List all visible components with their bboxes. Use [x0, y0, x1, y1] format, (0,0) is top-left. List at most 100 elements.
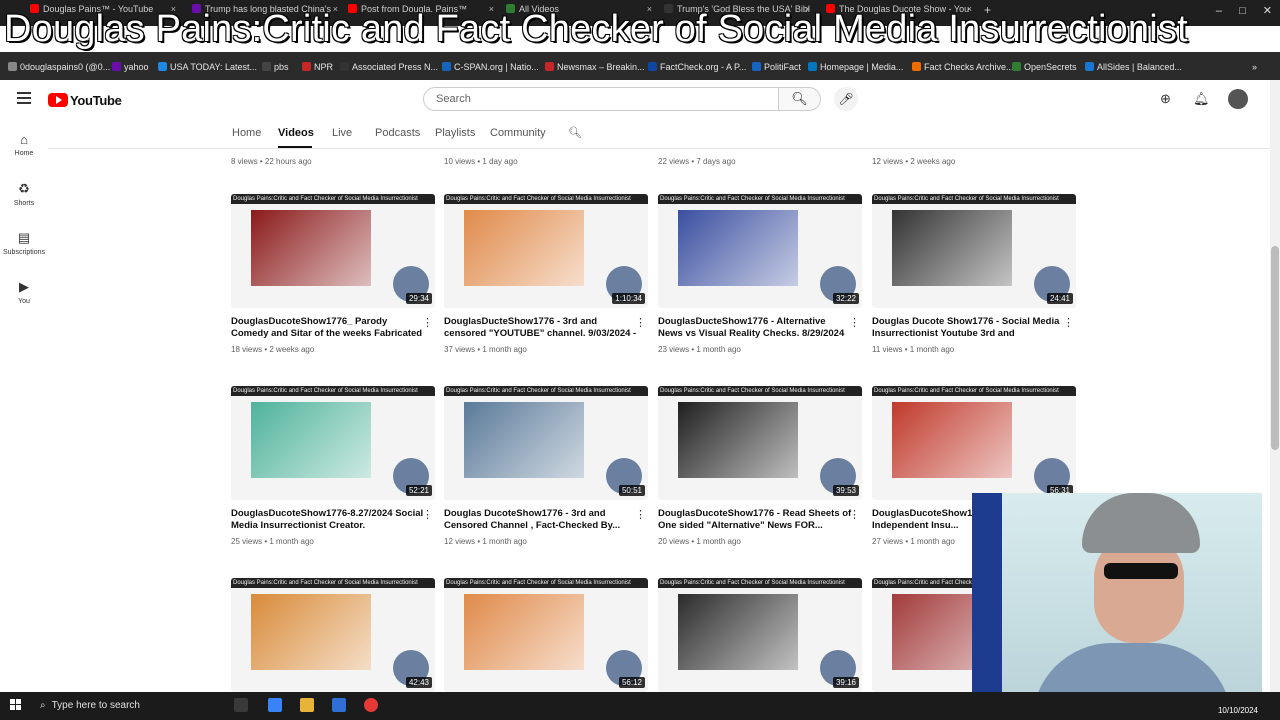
video-card[interactable]: Douglas Pains:Critic and Fact Checker of…: [444, 194, 648, 354]
hamburger-menu-icon[interactable]: [17, 92, 31, 104]
more-bookmarks-icon[interactable]: »: [1252, 62, 1257, 72]
video-title[interactable]: DouglasDucteShow1776 - 3rd and censored …: [444, 316, 638, 340]
video-meta: 23 views • 1 month ago: [658, 345, 741, 354]
sidebar-item-shorts[interactable]: ♻ Shorts: [0, 181, 48, 207]
video-thumbnail[interactable]: Douglas Pains:Critic and Fact Checker of…: [444, 386, 648, 500]
bookmark-item[interactable]: Fact Checks Archive...: [912, 62, 1014, 72]
bookmark-favicon-icon: [648, 62, 657, 71]
channel-search-icon[interactable]: 🔍︎: [568, 126, 582, 139]
bookmark-item[interactable]: PolitiFact: [752, 62, 801, 72]
more-options-icon[interactable]: ⋮: [1063, 316, 1074, 329]
close-window-button[interactable]: ✕: [1263, 5, 1272, 17]
bookmark-item[interactable]: FactCheck.org - A P...: [648, 62, 746, 72]
tab-live[interactable]: Live: [332, 127, 352, 139]
video-title[interactable]: Douglas DucoteShow1776 - 3rd and Censore…: [444, 508, 638, 532]
more-options-icon[interactable]: ⋮: [849, 316, 860, 329]
video-card[interactable]: Douglas Pains:Critic and Fact Checker of…: [231, 578, 435, 692]
thumbnail-image: [678, 402, 798, 478]
bookmark-item[interactable]: AllSides | Balanced...: [1085, 62, 1182, 72]
search-input[interactable]: Search: [423, 87, 779, 111]
sidebar-item-home[interactable]: ⌂ Home: [0, 132, 48, 157]
video-thumbnail[interactable]: Douglas Pains:Critic and Fact Checker of…: [231, 578, 435, 692]
tab-playlists[interactable]: Playlists: [435, 127, 475, 139]
scrollbar-thumb[interactable]: [1271, 246, 1279, 450]
thumbnail-image: [464, 594, 584, 670]
video-card[interactable]: Douglas Pains:Critic and Fact Checker of…: [444, 578, 648, 692]
video-thumbnail[interactable]: Douglas Pains:Critic and Fact Checker of…: [444, 578, 648, 692]
video-duration-badge: 1:10:34: [612, 293, 645, 304]
more-options-icon[interactable]: ⋮: [635, 508, 646, 521]
video-thumbnail[interactable]: Douglas Pains:Critic and Fact Checker of…: [231, 194, 435, 308]
video-thumbnail[interactable]: Douglas Pains:Critic and Fact Checker of…: [658, 578, 862, 692]
video-thumbnail[interactable]: Douglas Pains:Critic and Fact Checker of…: [231, 386, 435, 500]
tab-videos[interactable]: Videos: [278, 127, 314, 139]
video-meta: 18 views • 2 weeks ago: [231, 345, 315, 354]
video-card[interactable]: Douglas Pains:Critic and Fact Checker of…: [231, 386, 435, 546]
video-card[interactable]: Douglas Pains:Critic and Fact Checker of…: [658, 578, 862, 692]
bookmark-item[interactable]: OpenSecrets: [1012, 62, 1077, 72]
bookmark-label: NPR: [314, 62, 334, 72]
video-thumbnail[interactable]: Douglas Pains:Critic and Fact Checker of…: [658, 194, 862, 308]
more-options-icon[interactable]: ⋮: [635, 316, 646, 329]
bookmark-item[interactable]: Newsmax – Breakin...: [545, 62, 645, 72]
video-card[interactable]: Douglas Pains:Critic and Fact Checker of…: [444, 386, 648, 546]
minimize-button[interactable]: –: [1216, 5, 1222, 17]
tab-home[interactable]: Home: [232, 127, 261, 139]
more-options-icon[interactable]: ⋮: [422, 508, 433, 521]
thumbnail-image: [464, 210, 584, 286]
video-thumbnail[interactable]: Douglas Pains:Critic and Fact Checker of…: [444, 194, 648, 308]
more-options-icon[interactable]: ⋮: [422, 316, 433, 329]
taskbar-search-input[interactable]: ⌕ Type here to search: [34, 692, 184, 720]
bookmark-item[interactable]: C-SPAN.org | Natio...: [442, 62, 539, 72]
tab-podcasts[interactable]: Podcasts: [375, 127, 420, 139]
video-title[interactable]: Douglas Ducote Show1776 - Social Media I…: [872, 316, 1066, 340]
video-title[interactable]: DouglasDucoteShow1776 - Read Sheets of O…: [658, 508, 852, 532]
video-duration-badge: 52:21: [405, 485, 432, 496]
tabs-divider: [48, 148, 1270, 149]
voice-search-icon[interactable]: 🎤︎: [834, 87, 858, 111]
bookmark-item[interactable]: NPR: [302, 62, 333, 72]
video-title[interactable]: DouglasDucoteShow1776_ Parody Comedy and…: [231, 316, 425, 340]
bookmark-favicon-icon: [8, 62, 17, 71]
thumbnail-image: [892, 210, 1012, 286]
shorts-icon: ♻: [18, 181, 30, 196]
notifications-bell-icon[interactable]: 🔔︎: [1193, 91, 1210, 107]
bookmark-label: OpenSecrets: [1024, 62, 1077, 72]
windows-start-icon[interactable]: [10, 699, 22, 711]
user-avatar[interactable]: [1228, 89, 1248, 109]
bookmark-item[interactable]: Homepage | Media...: [808, 62, 903, 72]
video-title[interactable]: DouglasDucoteShow1776-8.27/2024 Social M…: [231, 508, 425, 532]
tab-community[interactable]: Community: [490, 127, 546, 139]
youtube-logo[interactable]: YouTube: [48, 92, 122, 110]
video-duration-badge: 39:16: [832, 677, 859, 688]
chrome-icon[interactable]: [364, 698, 378, 712]
video-card[interactable]: Douglas Pains:Critic and Fact Checker of…: [658, 386, 862, 546]
bookmark-item[interactable]: 0douglaspains0 (@0...: [8, 62, 110, 72]
thumbnail-image: [251, 210, 371, 286]
create-video-icon[interactable]: ⊕: [1160, 91, 1171, 107]
thumbnail-image: [251, 594, 371, 670]
bookmark-item[interactable]: USA TODAY: Latest...: [158, 62, 257, 72]
video-card[interactable]: Douglas Pains:Critic and Fact Checker of…: [231, 194, 435, 354]
video-thumbnail[interactable]: Douglas Pains:Critic and Fact Checker of…: [872, 386, 1076, 500]
store-icon[interactable]: [332, 698, 346, 712]
sidebar-item-subscriptions[interactable]: ▤ Subscriptions: [0, 230, 48, 256]
video-thumbnail[interactable]: Douglas Pains:Critic and Fact Checker of…: [658, 386, 862, 500]
bookmark-item[interactable]: yahoo: [112, 62, 149, 72]
video-duration-badge: 50:51: [618, 485, 645, 496]
file-explorer-icon[interactable]: [300, 698, 314, 712]
edge-icon[interactable]: [268, 698, 282, 712]
bookmark-item[interactable]: Associated Press N...: [340, 62, 438, 72]
more-options-icon[interactable]: ⋮: [849, 508, 860, 521]
task-view-icon[interactable]: [234, 698, 248, 712]
video-thumbnail[interactable]: Douglas Pains:Critic and Fact Checker of…: [872, 194, 1076, 308]
video-card[interactable]: Douglas Pains:Critic and Fact Checker of…: [658, 194, 862, 354]
bookmark-label: pbs: [274, 62, 289, 72]
video-card[interactable]: Douglas Pains:Critic and Fact Checker of…: [872, 194, 1076, 354]
bookmark-item[interactable]: pbs: [262, 62, 289, 72]
sidebar-item-you[interactable]: ▶ You: [0, 279, 48, 305]
maximize-button[interactable]: □: [1239, 5, 1246, 17]
sidebar-item-label: You: [18, 298, 30, 305]
video-title[interactable]: DouglasDucteShow1776 - Alternative News …: [658, 316, 852, 340]
search-button[interactable]: 🔍︎: [779, 87, 821, 111]
